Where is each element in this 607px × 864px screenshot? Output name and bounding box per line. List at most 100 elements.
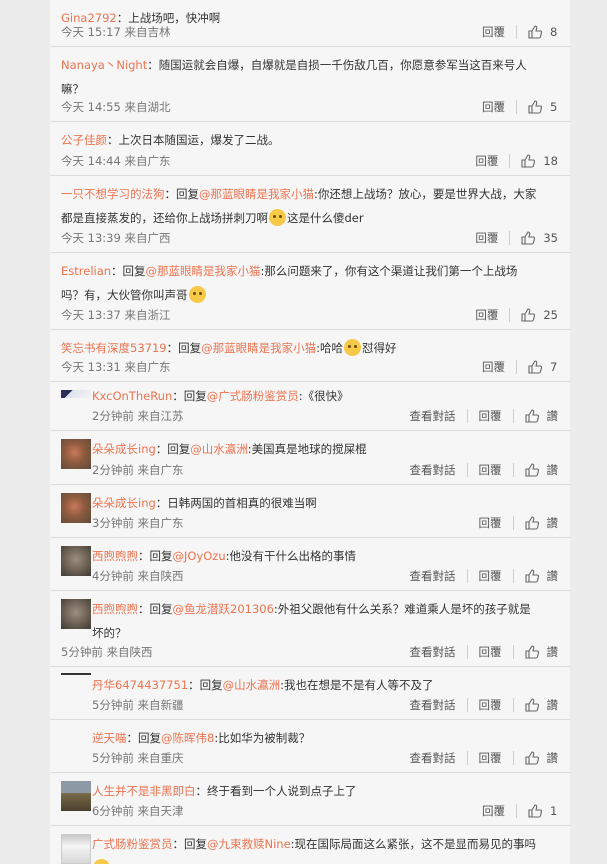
comment-username[interactable]: KxcOnTheRun — [92, 389, 172, 403]
reply-button[interactable]: 回覆 — [479, 461, 502, 479]
comment-time: 4分钟前 — [92, 569, 134, 583]
divider — [512, 516, 514, 530]
comment-item: Nanaya丶Night：随国运就会自爆，自爆就是自损一千伤敌几百，你愿意参军当… — [50, 47, 570, 122]
comment-username[interactable]: 人生并不是非黑即白 — [92, 784, 196, 798]
divider — [466, 409, 468, 423]
reply-button[interactable]: 回覆 — [479, 643, 502, 661]
reply-button[interactable]: 回覆 — [479, 514, 502, 532]
divider — [466, 463, 468, 477]
reply-button[interactable]: 回覆 — [482, 358, 505, 376]
like-button[interactable]: 5 — [528, 98, 558, 116]
reply-button[interactable]: 回覆 — [482, 23, 505, 41]
comment-location: 来自广东 — [124, 360, 171, 374]
view-conversation-button[interactable]: 查看對話 — [410, 461, 456, 479]
avatar[interactable] — [61, 390, 91, 398]
comment-text: KxcOnTheRun：回复@广式肠粉鉴赏员:《很快》 — [92, 384, 540, 408]
reply-button[interactable]: 回覆 — [482, 802, 505, 820]
like-text: 讚 — [546, 463, 559, 477]
view-conversation-button[interactable]: 查看對話 — [410, 643, 456, 661]
like-button[interactable]: 讚 — [524, 749, 558, 767]
mention-link[interactable]: @陈晖伟8 — [161, 731, 214, 745]
divider — [509, 231, 511, 245]
mention-link[interactable]: @JOyOzu — [173, 549, 226, 563]
mention-link[interactable]: @山水瀛洲 — [223, 678, 281, 692]
comment-actions: 回覆 1 — [482, 802, 558, 820]
comment-time: 今天 13:37 — [61, 308, 121, 322]
comment-username[interactable]: 逆天喵 — [92, 731, 127, 745]
mention-link[interactable]: @广式肠粉鉴赏员 — [207, 389, 299, 403]
comment-username[interactable]: 西煦煦煦 — [92, 549, 138, 563]
reply-button[interactable]: 回覆 — [482, 98, 505, 116]
like-button[interactable]: 讚 — [524, 514, 559, 532]
reply-button[interactable]: 回覆 — [479, 749, 502, 767]
reply-button[interactable]: 回覆 — [475, 152, 498, 170]
avatar[interactable] — [61, 781, 91, 811]
comment-actions: 查看對話 回覆 讚 — [410, 696, 558, 714]
comment-username[interactable]: 公子佳颜 — [61, 133, 107, 147]
comment-username[interactable]: 西煦煦煦 — [92, 602, 138, 616]
comment-meta: 2分钟前 来自广东 — [92, 462, 183, 478]
avatar[interactable] — [61, 673, 91, 675]
comment-body: ：上战场吧，快冲啊 — [116, 11, 221, 25]
view-conversation-button[interactable]: 查看對話 — [410, 749, 456, 767]
reply-button[interactable]: 回覆 — [475, 306, 498, 324]
like-button[interactable]: 25 — [521, 306, 558, 324]
comment-username[interactable]: 笑忘书有深度53719 — [61, 341, 167, 355]
like-button[interactable]: 18 — [521, 152, 558, 170]
comment-item: 朵朵成长ing：回复@山水瀛洲:美国真是地球的搅屎棍 2分钟前 来自广东 查看對… — [50, 431, 570, 485]
comment-username[interactable]: 广式肠粉鉴赏员 — [92, 837, 173, 851]
like-button[interactable]: 讚 — [524, 407, 558, 425]
divider — [516, 804, 517, 818]
like-button[interactable]: 讚 — [524, 643, 558, 661]
reply-button[interactable]: 回覆 — [479, 567, 502, 585]
mention-link[interactable]: @山水瀛洲 — [190, 442, 248, 456]
like-button[interactable]: 讚 — [524, 696, 558, 714]
like-button[interactable]: 讚 — [524, 567, 558, 585]
avatar[interactable] — [61, 599, 91, 629]
comment-actions: 查看對話 回覆 讚 — [410, 461, 559, 479]
comment-body-tail: 这是什么傻der — [287, 211, 364, 225]
mention-link[interactable]: @那蓝眼睛是我家小猫 — [199, 187, 314, 201]
mention-link[interactable]: @那蓝眼睛是我家小猫 — [146, 264, 261, 278]
like-button[interactable]: 1 — [528, 802, 558, 820]
comment-actions: 回覆 讚 — [479, 514, 559, 532]
view-conversation-button[interactable]: 查看對話 — [410, 567, 456, 585]
comment-item: 一只不想学习的法狗：回复@那蓝眼睛是我家小猫:你还想上战场？放心，要是世界大战，… — [50, 176, 570, 253]
laugh-emoji-icon — [93, 859, 110, 864]
comment-username[interactable]: 朵朵成长ing — [92, 442, 156, 456]
like-button[interactable]: 8 — [528, 23, 558, 41]
avatar[interactable] — [61, 834, 91, 864]
like-count: 18 — [543, 154, 558, 168]
like-text: 讚 — [546, 516, 559, 530]
reply-button[interactable]: 回覆 — [479, 696, 502, 714]
avatar[interactable] — [61, 439, 91, 469]
like-button[interactable]: 7 — [528, 358, 558, 376]
avatar[interactable] — [61, 493, 91, 523]
mention-link[interactable]: @九束救赎Nine — [207, 837, 291, 851]
divider — [516, 25, 517, 39]
comment-actions: 回覆 7 — [482, 358, 558, 376]
reply-button[interactable]: 回覆 — [475, 229, 498, 247]
view-conversation-button[interactable]: 查看對話 — [410, 407, 456, 425]
avatar[interactable] — [61, 546, 91, 576]
comment-username[interactable]: Estrelian — [61, 264, 111, 278]
like-count: 8 — [550, 25, 558, 39]
reply-button[interactable]: 回覆 — [479, 407, 502, 425]
thumbs-up-icon — [524, 409, 539, 423]
comment-username[interactable]: Gina2792 — [61, 11, 117, 25]
comment-item: Estrelian：回复@那蓝眼睛是我家小猫:那么问题来了，你有这个渠道让我们第… — [50, 253, 570, 330]
comment-username[interactable]: 朵朵成长ing — [92, 496, 156, 510]
comment-username[interactable]: Nanaya丶Night — [61, 58, 147, 72]
thumbs-up-icon — [528, 100, 542, 114]
mention-link[interactable]: @那蓝眼睛是我家小猫 — [201, 341, 316, 355]
mention-link[interactable]: @鱼龙潜跃201306 — [173, 602, 274, 616]
like-button[interactable]: 35 — [521, 229, 558, 247]
comment-username[interactable]: 丹华6474437751 — [92, 678, 188, 692]
like-button[interactable]: 讚 — [524, 461, 559, 479]
reply-prefix: ：回复 — [126, 731, 162, 745]
comment-meta: 2分钟前 来自江苏 — [92, 408, 183, 424]
comment-location: 来自广东 — [124, 154, 171, 168]
view-conversation-button[interactable]: 查看對話 — [410, 696, 456, 714]
comment-username[interactable]: 一只不想学习的法狗 — [61, 187, 165, 201]
comment-body: ：上次日本随国运，爆发了二战。 — [107, 133, 280, 147]
